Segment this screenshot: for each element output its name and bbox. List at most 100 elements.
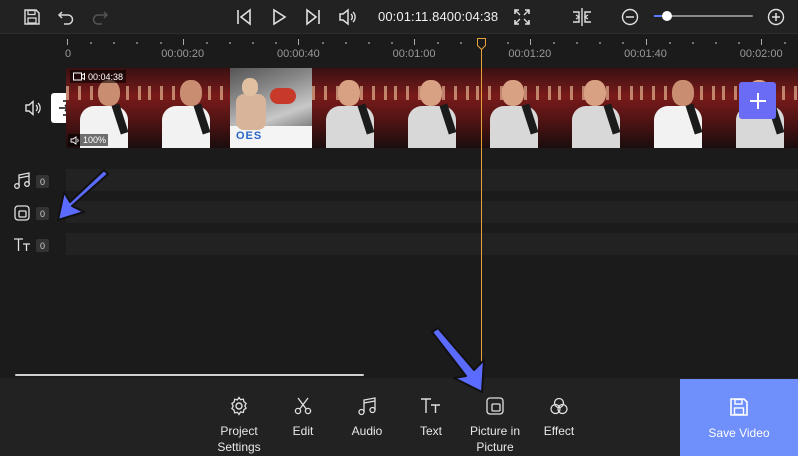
save-icon[interactable]	[20, 5, 44, 29]
ruler-minor-tick	[784, 42, 787, 44]
ruler-minor-tick	[714, 42, 717, 44]
text-track-lane[interactable]	[66, 233, 798, 255]
gear-icon	[227, 394, 251, 418]
zoom-out-icon[interactable]	[618, 5, 642, 29]
video-thumbnail	[394, 68, 476, 148]
zoom-in-icon[interactable]	[764, 5, 788, 29]
skip-to-end-icon[interactable]	[301, 5, 325, 29]
play-icon[interactable]	[267, 5, 291, 29]
ruler-minor-tick	[691, 42, 694, 44]
ruler-label: 00:01:40	[624, 48, 667, 60]
ruler-minor-tick	[136, 42, 139, 44]
guide-arrow-icon	[57, 169, 109, 221]
zoom-slider[interactable]	[654, 11, 753, 21]
pip-track-lane[interactable]	[66, 201, 798, 223]
ruler-minor-tick	[159, 42, 162, 44]
guide-arrow-icon	[431, 327, 485, 393]
ruler-minor-tick	[275, 42, 278, 44]
ruler-major-tick	[761, 39, 763, 45]
ruler-major-tick	[414, 39, 416, 45]
ruler-label: 00:00:40	[276, 48, 320, 60]
skip-to-start-icon[interactable]	[232, 5, 256, 29]
ruler-minor-tick	[367, 42, 370, 44]
redo-icon[interactable]	[88, 5, 112, 29]
add-icon	[749, 92, 766, 109]
ruler-minor-tick	[668, 42, 671, 44]
edit-label: Edit	[292, 424, 314, 438]
save-video-button[interactable]: Save Video	[680, 379, 798, 456]
ruler-minor-tick	[252, 42, 255, 44]
ruler-major-tick	[182, 39, 184, 45]
ruler-minor-tick	[738, 42, 741, 44]
ruler-minor-tick	[599, 42, 602, 44]
ruler-minor-tick	[344, 42, 347, 44]
music-track-lane[interactable]	[66, 169, 798, 191]
ruler-minor-tick	[506, 42, 509, 44]
video-thumbnail	[640, 68, 722, 148]
ruler-minor-tick	[437, 42, 440, 44]
clip-duration-badge: 00:04:38	[70, 70, 127, 83]
undo-icon[interactable]	[54, 5, 78, 29]
music-icon	[13, 172, 31, 190]
split-icon[interactable]	[570, 5, 594, 29]
fullscreen-icon[interactable]	[510, 5, 534, 29]
effect-label: Effect	[543, 424, 575, 438]
audio-label: Audio	[351, 424, 383, 438]
ruler-minor-tick	[228, 42, 231, 44]
ruler-major-tick	[645, 39, 647, 45]
video-thumbnail	[558, 68, 640, 148]
save-video-label: Save Video	[708, 425, 770, 440]
save-icon	[730, 397, 748, 416]
ruler-major-tick	[67, 39, 68, 45]
picture-in-picture-icon	[13, 204, 31, 222]
effect-icon	[547, 394, 571, 418]
text-icon	[419, 394, 443, 418]
ruler-label: 00:01:00	[392, 48, 436, 60]
video-thumbnail: OES	[230, 68, 312, 148]
clip-volume-badge[interactable]: 100%	[68, 134, 109, 146]
ruler-label: 00:00:20	[161, 48, 205, 60]
volume-icon[interactable]	[335, 5, 359, 29]
ruler-minor-tick	[205, 42, 208, 44]
text-button[interactable]: Text	[399, 394, 463, 439]
project-settings-button[interactable]: Project Settings	[207, 394, 271, 455]
top-toolbar: 00:01:11.8400:04:38	[0, 0, 798, 34]
clip-volume: 100%	[83, 135, 107, 145]
ruler-label: 00:02:00	[739, 48, 783, 60]
scissors-icon	[291, 394, 315, 418]
ruler-minor-tick	[321, 42, 324, 44]
audio-button[interactable]: Audio	[335, 394, 399, 439]
ruler-major-tick	[298, 39, 300, 45]
text-icon	[13, 236, 31, 254]
ruler-major-tick	[529, 39, 531, 45]
project-settings-label: Project Settings	[217, 424, 261, 454]
edit-button[interactable]: Edit	[271, 394, 335, 439]
video-thumbnail	[476, 68, 558, 148]
text-track-count: 0	[36, 239, 49, 252]
effect-button[interactable]: Effect	[527, 394, 591, 439]
music-track-count: 0	[36, 175, 49, 188]
zoom-slider-thumb[interactable]	[661, 11, 672, 21]
picture-in-picture-label: Picture in Picture	[469, 424, 521, 454]
music-icon	[355, 394, 379, 418]
text-label: Text	[419, 424, 442, 438]
picture-in-picture-button[interactable]: Picture in Picture	[463, 394, 527, 455]
ruler-minor-tick	[460, 42, 463, 44]
playhead-handle[interactable]	[477, 38, 486, 50]
add-clip-button[interactable]	[739, 82, 776, 119]
timeline-ruler[interactable]: 0 00:00:20 00:00:40 00:01:00 00:01:20 00:01:4…	[0, 34, 798, 64]
ruler-minor-tick	[576, 42, 579, 44]
ruler-minor-tick	[552, 42, 555, 44]
video-thumbnail	[312, 68, 394, 148]
video-thumbnail	[148, 68, 230, 148]
video-track[interactable]: OES	[66, 68, 798, 148]
speaker-icon[interactable]	[24, 99, 42, 122]
ruler-label: 0	[64, 48, 72, 60]
timecode: 00:01:11.8400:04:38	[378, 9, 498, 24]
ruler-minor-tick	[90, 42, 93, 44]
ruler-minor-tick	[622, 42, 625, 44]
ruler-minor-tick	[113, 42, 116, 44]
pip-track-count: 0	[36, 207, 49, 220]
timeline-scrollbar[interactable]	[15, 374, 364, 376]
picture-in-picture-icon	[483, 394, 507, 418]
